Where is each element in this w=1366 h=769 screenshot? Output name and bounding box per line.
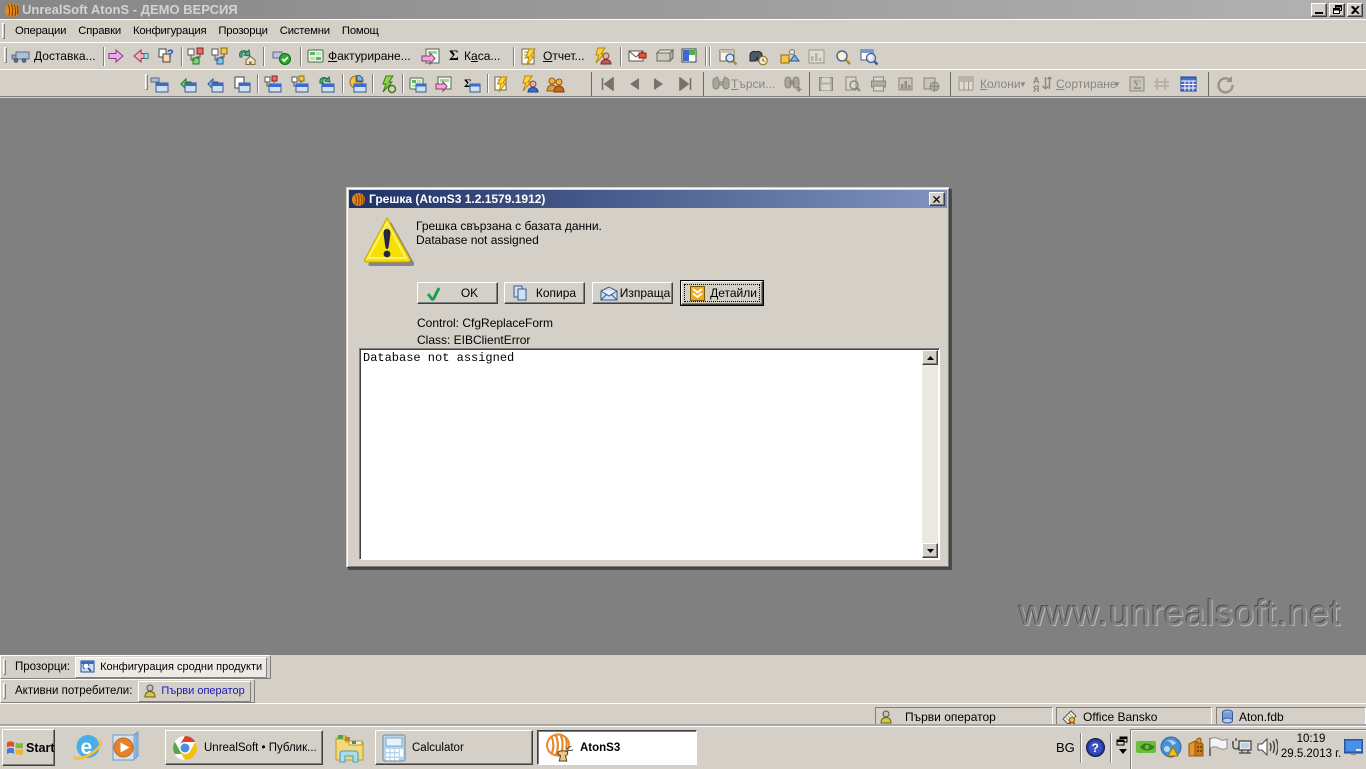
- svg-text:?: ?: [167, 48, 174, 60]
- svg-text:Я: Я: [1033, 84, 1039, 93]
- svg-text:Σ: Σ: [1133, 77, 1142, 92]
- svg-text:?: ?: [1092, 741, 1099, 755]
